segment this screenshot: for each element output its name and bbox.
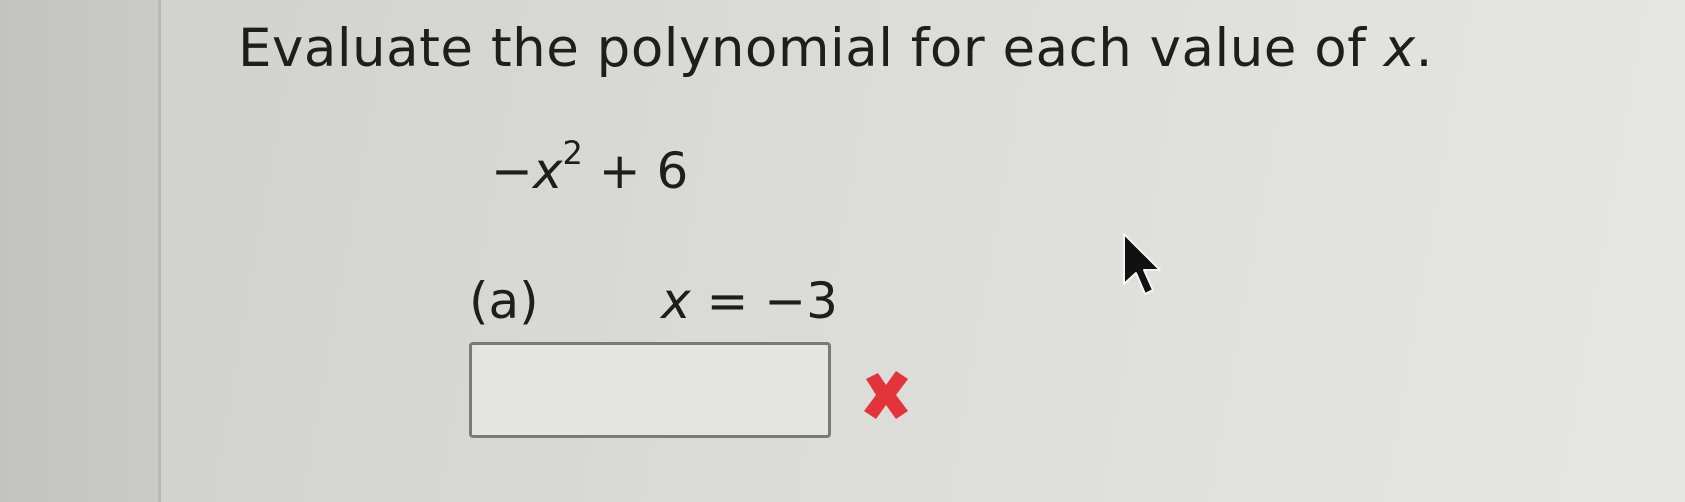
answer-input[interactable] <box>469 342 831 438</box>
polynomial-variable: x <box>532 142 563 200</box>
polynomial-exponent: 2 <box>562 134 583 173</box>
polynomial-expression: −x2 + 6 <box>491 137 689 200</box>
part-a-equals: = −3 <box>690 272 838 330</box>
left-gutter <box>0 0 158 502</box>
polynomial-sign: − <box>491 142 533 200</box>
part-a-value: x = −3 <box>661 272 838 330</box>
instruction-suffix: . <box>1415 18 1433 79</box>
polynomial-constant: + 6 <box>582 142 689 200</box>
part-a-label: (a) <box>469 272 539 330</box>
question-panel: Evaluate the polynomial for each value o… <box>161 0 1685 502</box>
mouse-pointer-icon <box>1123 233 1161 295</box>
incorrect-x-icon <box>864 371 908 419</box>
question-instruction: Evaluate the polynomial for each value o… <box>238 18 1433 79</box>
instruction-variable: x <box>1383 18 1416 79</box>
part-a-variable: x <box>661 272 691 330</box>
instruction-prefix: Evaluate the polynomial for each value o… <box>238 18 1384 79</box>
